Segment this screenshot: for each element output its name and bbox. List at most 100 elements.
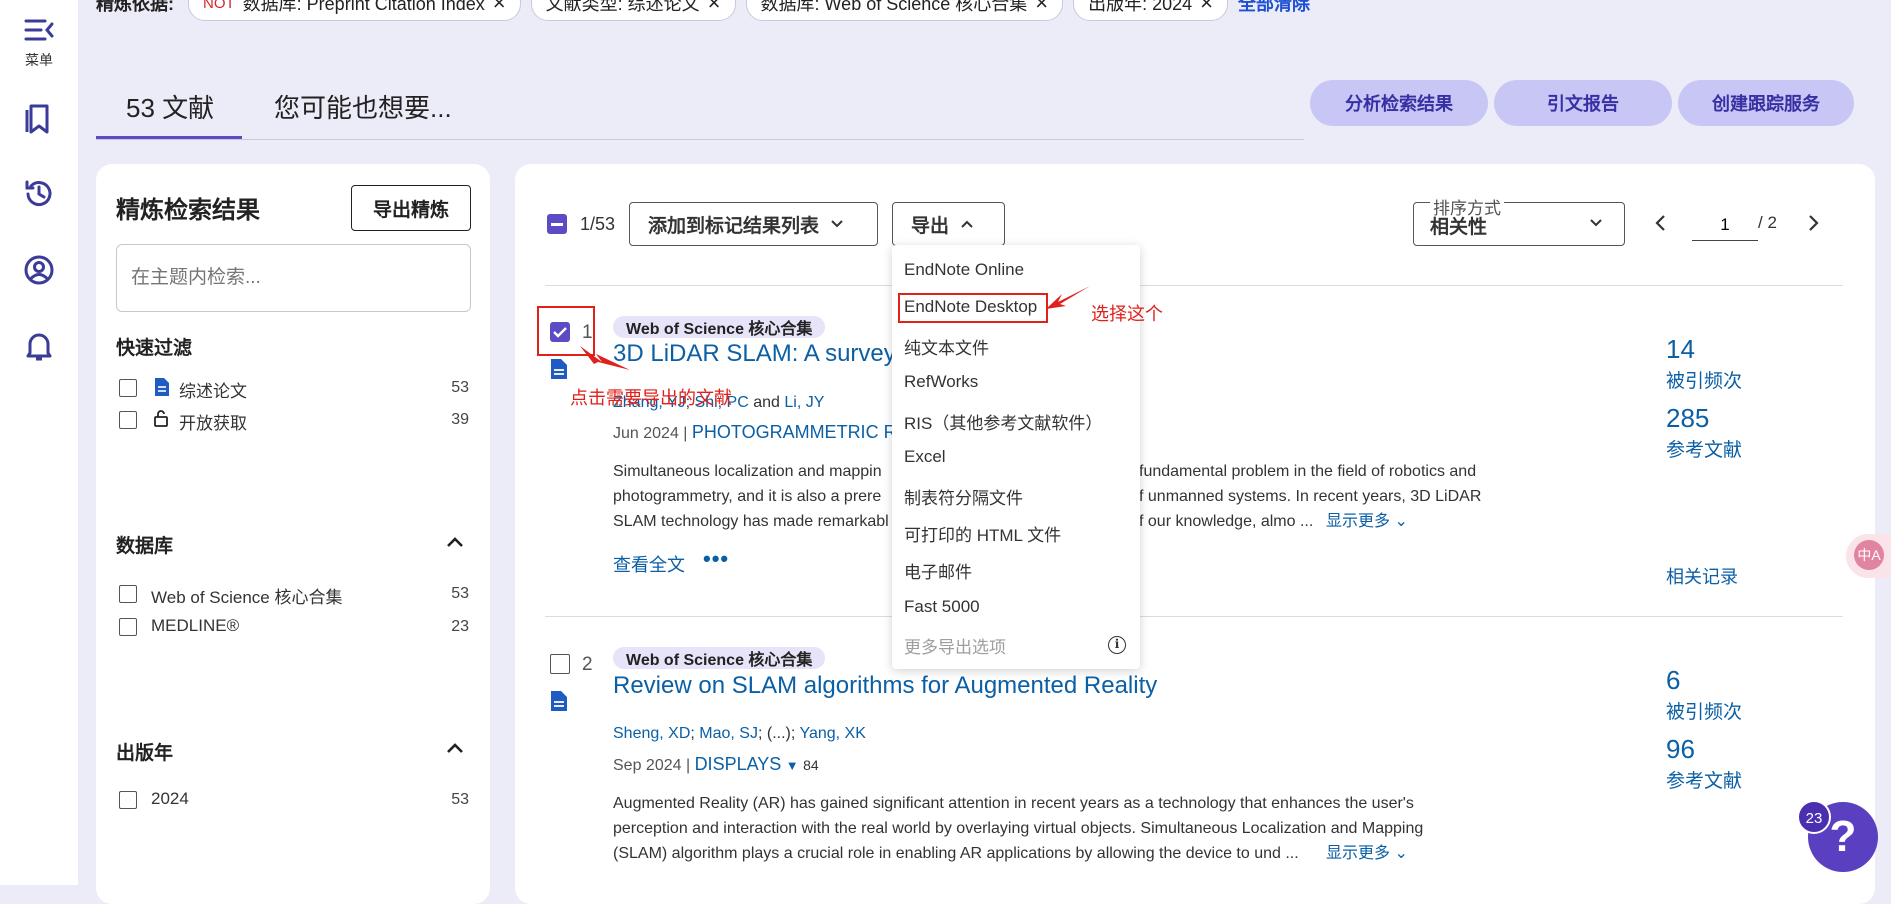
author-link[interactable]: Yang, XK	[799, 725, 865, 742]
caret-down-icon[interactable]: ▼	[786, 758, 799, 773]
profile-icon[interactable]	[21, 252, 57, 288]
journal-link[interactable]: DISPLAYS	[695, 754, 782, 774]
selected-count: 1/53	[580, 214, 616, 234]
record-2-title-link[interactable]: Review on SLAM algorithms for Augmented …	[613, 672, 1157, 700]
author-link[interactable]: Sheng, XD	[613, 725, 690, 742]
review-filter-label: 综述论文	[179, 382, 247, 401]
view-full-text-link[interactable]: 查看全文	[613, 551, 685, 577]
tab-divider	[96, 139, 1304, 140]
export-plain-text[interactable]: 纯文本文件	[904, 334, 989, 359]
medline-checkbox[interactable]	[119, 618, 137, 636]
database-section-title: 数据库	[116, 536, 174, 557]
database-badge: Web of Science 核心合集	[613, 316, 826, 338]
journal-link[interactable]: PHOTOGRAMMETRIC RE	[692, 422, 909, 442]
filter-chip-preprint[interactable]: NOT 数据库: Preprint Citation Index ×	[188, 0, 521, 21]
review-count: 53	[451, 379, 469, 396]
reference-label: 参考文献	[1666, 771, 1743, 792]
record-2-publication: Sep 2024 | DISPLAYS ▼ 84	[613, 754, 819, 774]
left-nav-rail: 菜单	[0, 0, 78, 885]
page-total: / 2	[1758, 213, 1777, 232]
export-tab-delimited[interactable]: 制表符分隔文件	[904, 484, 1023, 509]
more-export-options: 更多导出选项	[904, 638, 1006, 657]
export-fast-5000[interactable]: Fast 5000	[904, 597, 980, 617]
author-link[interactable]: Li, JY	[784, 394, 824, 411]
next-page-icon[interactable]	[1808, 214, 1820, 232]
clear-all-link[interactable]: 全部清除	[1238, 0, 1310, 16]
chevron-up-icon	[961, 220, 973, 228]
year-section-title: 出版年	[116, 743, 174, 764]
citation-label: 被引频次	[1666, 702, 1743, 723]
export-ris[interactable]: RIS（其他参考文献软件）	[904, 409, 1102, 434]
reference-count[interactable]: 96	[1666, 734, 1695, 765]
applied-filters-bar: 精炼依据: NOT 数据库: Preprint Citation Index × 文…	[96, 0, 1310, 21]
reference-label: 参考文献	[1666, 440, 1743, 461]
record-number: 2	[582, 654, 593, 675]
chevron-down-icon	[831, 220, 843, 228]
annotation-arrow-icon	[580, 346, 630, 370]
translate-widget[interactable]: 中A	[1846, 534, 1891, 578]
related-records-link[interactable]: 相关记录	[1666, 563, 1738, 589]
bookmarks-icon[interactable]	[21, 100, 57, 136]
unlock-icon	[154, 410, 168, 427]
chevron-down-icon	[1590, 219, 1602, 227]
export-printable-html[interactable]: 可打印的 HTML 文件	[904, 521, 1061, 546]
citation-count[interactable]: 6	[1666, 665, 1680, 696]
citation-count[interactable]: 14	[1666, 334, 1695, 365]
tab-suggestions[interactable]: 您可能也想要...	[274, 88, 452, 125]
page-number-input[interactable]	[1692, 210, 1758, 241]
history-icon[interactable]	[21, 176, 57, 212]
chevron-up-icon[interactable]	[445, 535, 465, 549]
export-excel[interactable]: Excel	[904, 447, 946, 467]
citation-label: 被引频次	[1666, 371, 1743, 392]
export-refworks[interactable]: RefWorks	[904, 372, 978, 392]
record-1-title-link[interactable]: 3D LiDAR SLAM: A survey	[613, 340, 896, 368]
menu-icon[interactable]	[21, 12, 57, 48]
notifications-bell-icon[interactable]	[21, 328, 57, 364]
close-icon[interactable]: ×	[708, 0, 721, 14]
tab-documents[interactable]: 53 文献	[126, 88, 214, 125]
document-icon	[155, 378, 169, 396]
export-endnote-online[interactable]: EndNote Online	[904, 260, 1024, 280]
annotation-click-export: 点击需要导出的文献	[570, 388, 732, 408]
show-more-link[interactable]: 显示更多 ⌄	[1326, 509, 1408, 534]
menu-label[interactable]: 菜单	[0, 50, 78, 70]
previous-page-icon[interactable]	[1654, 214, 1666, 232]
topic-search-input[interactable]	[117, 245, 470, 311]
select-all-checkbox[interactable]	[547, 214, 567, 234]
refine-by-label: 精炼依据:	[96, 0, 174, 14]
filter-chip-database[interactable]: 数据库: Web of Science 核心合集 ×	[745, 0, 1064, 21]
export-email[interactable]: 电子邮件	[904, 558, 972, 583]
year-2024-checkbox[interactable]	[119, 791, 137, 809]
chevron-up-icon[interactable]	[445, 741, 465, 755]
close-icon[interactable]: ×	[1200, 0, 1213, 14]
open-access-count: 39	[451, 411, 469, 428]
record-1-publication: Jun 2024 | PHOTOGRAMMETRIC RE	[613, 422, 909, 442]
document-icon	[551, 691, 567, 711]
record-2-checkbox[interactable]	[550, 654, 570, 674]
author-link[interactable]: Mao, SJ	[699, 725, 758, 742]
citation-report-button[interactable]: 引文报告	[1494, 80, 1672, 126]
annotation-highlight-endnote	[898, 293, 1048, 323]
close-icon[interactable]: ×	[1035, 0, 1048, 14]
open-access-label: 开放获取	[179, 414, 247, 433]
filter-chip-year[interactable]: 出版年: 2024 ×	[1073, 0, 1229, 21]
export-dropdown-button[interactable]: 导出	[892, 202, 1005, 246]
analyze-results-button[interactable]: 分析检索结果	[1310, 80, 1488, 126]
wos-core-checkbox[interactable]	[119, 585, 137, 603]
info-icon[interactable]: i	[1108, 636, 1126, 654]
document-icon	[551, 359, 567, 379]
show-more-link[interactable]: 显示更多 ⌄	[1326, 841, 1408, 866]
reference-count[interactable]: 285	[1666, 403, 1709, 434]
close-icon[interactable]: ×	[493, 0, 506, 14]
more-options-icon[interactable]: •••	[703, 546, 729, 572]
export-refine-button[interactable]: 导出精炼	[351, 185, 471, 231]
filter-chip-doctype[interactable]: 文献类型: 综述论文 ×	[530, 0, 736, 21]
medline-label: MEDLINE®	[151, 616, 240, 635]
add-to-marked-list-button[interactable]: 添加到标记结果列表	[629, 202, 878, 246]
topic-search-field[interactable]	[116, 244, 471, 312]
open-access-checkbox[interactable]	[119, 411, 137, 429]
record-2-abstract: Augmented Reality (AR) has gained signif…	[613, 791, 1523, 866]
create-alert-button[interactable]: 创建跟踪服务	[1678, 80, 1854, 126]
quick-filter-title: 快速过滤	[116, 338, 193, 359]
review-checkbox[interactable]	[119, 379, 137, 397]
